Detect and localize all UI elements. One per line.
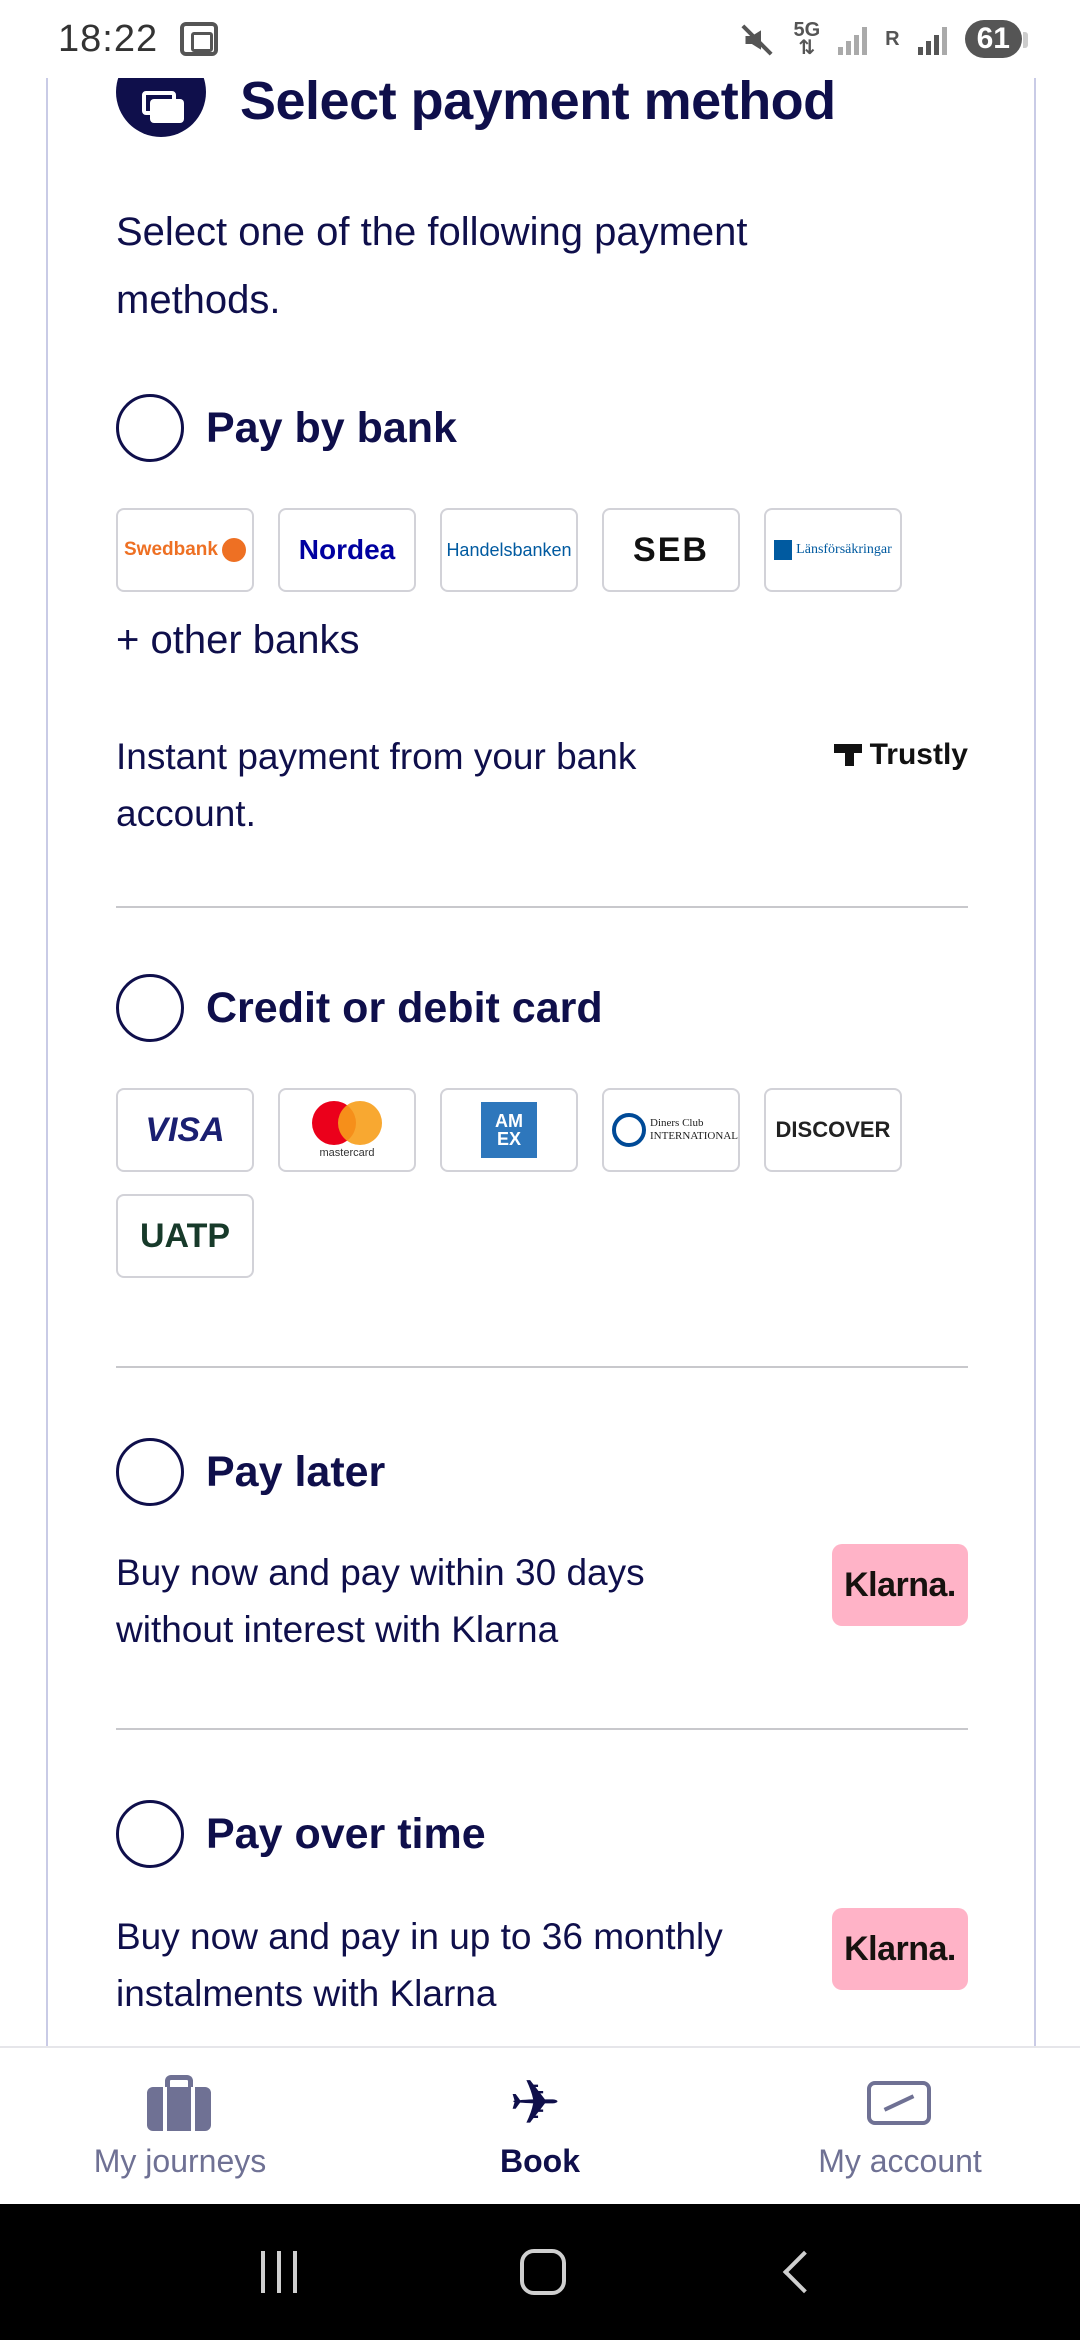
back-button[interactable]	[782, 2250, 825, 2294]
klarna-logo: Klarna.	[832, 1544, 968, 1626]
pay-over-time-description-row: Buy now and pay in up to 36 monthly inst…	[116, 1908, 968, 2022]
bank-logo-lansforsakringar: Länsförsäkringar	[764, 508, 902, 592]
network-type: 5G	[793, 19, 821, 41]
bank-logo-handelsbanken: Handelsbanken	[440, 508, 578, 592]
card-logo-amex: AM EX	[440, 1088, 578, 1172]
pay-by-bank-description: Instant payment from your bank account.	[116, 736, 637, 834]
nav-label: My journeys	[93, 2142, 267, 2179]
bank-logo-seb: SEB	[602, 508, 740, 592]
nav-label: Book	[500, 2142, 580, 2179]
pay-by-bank-description-row: Instant payment from your bank account. …	[116, 728, 968, 842]
nav-book[interactable]: ✈ Book	[360, 2048, 720, 2204]
status-time: 18:22	[58, 17, 159, 60]
nav-label: My account	[818, 2142, 982, 2179]
network-indicator: 5G ⇅	[793, 19, 821, 59]
option-pay-later[interactable]: Pay later	[116, 1438, 968, 1506]
divider	[116, 1366, 968, 1368]
trustly-icon	[833, 744, 862, 766]
status-icons: 5G ⇅ R 61	[741, 19, 1029, 59]
battery-indicator: 61	[964, 20, 1029, 58]
card-logo-mastercard: mastercard	[278, 1088, 416, 1172]
suitcase-icon	[145, 2073, 215, 2133]
trustly-logo: Trustly	[833, 738, 968, 772]
pay-later-description: Buy now and pay within 30 days without i…	[116, 1552, 645, 1650]
roaming-indicator: R	[885, 28, 900, 50]
klarna-logo: Klarna.	[832, 1908, 968, 1990]
mute-icon	[741, 22, 775, 56]
intro-text: Select one of the following payment meth…	[116, 210, 748, 322]
radio-pay-by-bank[interactable]	[116, 394, 184, 462]
bottom-navigation: My journeys ✈ Book My account	[0, 2046, 1080, 2204]
radio-credit-debit-card[interactable]	[116, 974, 184, 1042]
nav-my-account[interactable]: My account	[720, 2048, 1080, 2204]
section-header: Select payment method	[116, 78, 836, 150]
divider	[116, 906, 968, 908]
bank-logo-nordea: Nordea	[278, 508, 416, 592]
status-bar: 18:22 5G ⇅ R 61	[0, 0, 1080, 78]
airplane-icon: ✈	[509, 2068, 561, 2138]
option-label: Pay over time	[206, 1809, 486, 1858]
trustly-label: Trustly	[869, 738, 968, 771]
bank-logo-swedbank: Swedbank	[116, 508, 254, 592]
card-logo-visa: VISA	[116, 1088, 254, 1172]
home-button[interactable]	[519, 2249, 566, 2295]
signal-icon	[838, 23, 868, 55]
system-navigation-bar	[0, 2204, 1080, 2340]
card-logo-uatp: UATP	[116, 1194, 254, 1278]
payment-card: Select payment method Select one of the …	[46, 78, 1036, 2046]
option-label: Pay later	[206, 1447, 386, 1496]
divider	[116, 1728, 968, 1730]
pay-later-description-row: Buy now and pay within 30 days without i…	[116, 1544, 968, 1658]
option-label: Pay by bank	[206, 403, 457, 452]
payment-cards-icon	[116, 78, 206, 137]
screenshot-icon	[180, 22, 219, 56]
option-credit-debit-card[interactable]: Credit or debit card	[116, 974, 968, 1042]
bank-logos: Swedbank Nordea Handelsbanken SEB Länsfö…	[116, 508, 968, 592]
card-logos: VISA mastercard AM EX Diners Club INTERN…	[116, 1088, 968, 1278]
other-banks-text: + other banks	[116, 618, 360, 662]
card-logo-diners-club: Diners Club INTERNATIONAL	[602, 1088, 740, 1172]
option-pay-by-bank[interactable]: Pay by bank	[116, 394, 968, 462]
page-title: Select payment method	[240, 78, 836, 131]
account-card-icon	[865, 2073, 935, 2133]
nav-my-journeys[interactable]: My journeys	[0, 2048, 360, 2204]
recent-apps-button[interactable]	[261, 2251, 298, 2293]
radio-pay-over-time[interactable]	[116, 1800, 184, 1868]
signal-icon-2	[917, 23, 947, 55]
radio-pay-later[interactable]	[116, 1438, 184, 1506]
pay-over-time-description: Buy now and pay in up to 36 monthly inst…	[116, 1916, 723, 2014]
option-label: Credit or debit card	[206, 983, 603, 1032]
card-logo-discover: DISCOVER	[764, 1088, 902, 1172]
option-pay-over-time[interactable]: Pay over time	[116, 1800, 968, 1868]
